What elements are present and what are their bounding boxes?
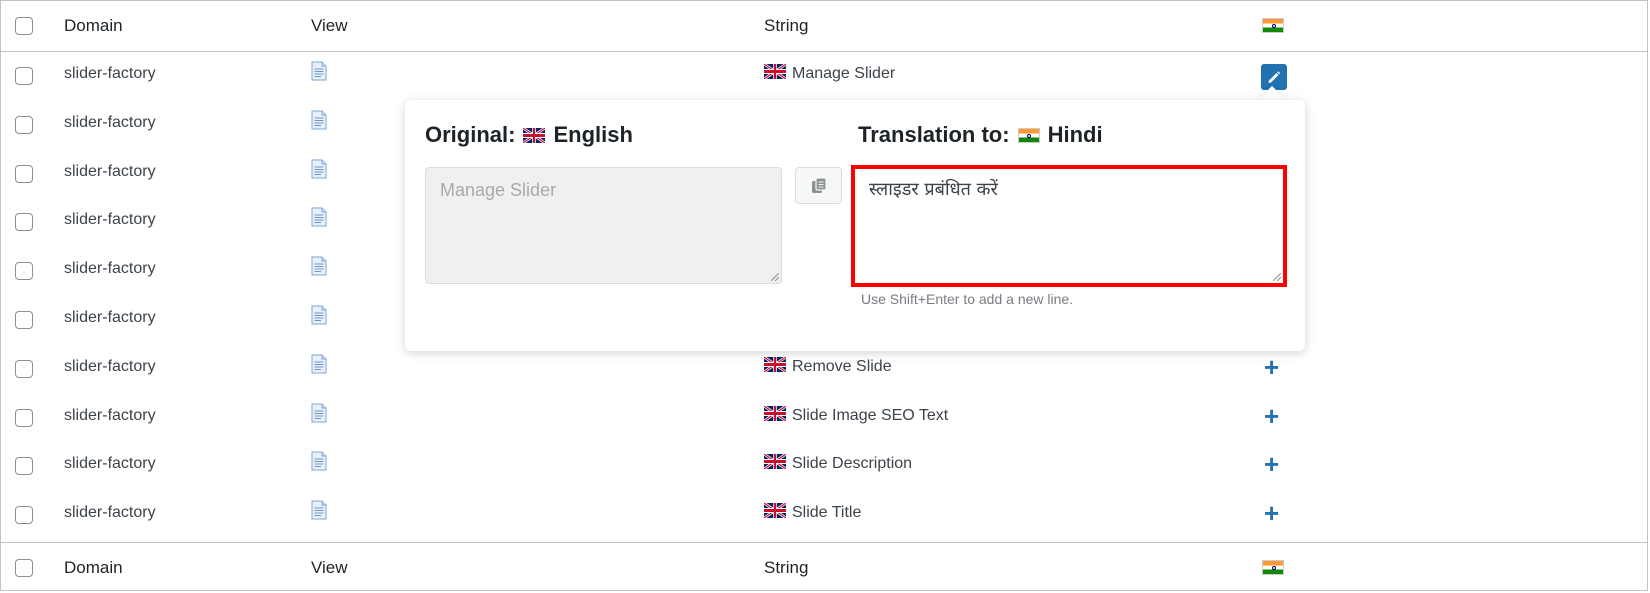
translation-textarea[interactable]: स्लाइडर प्रबंधित करें bbox=[851, 165, 1287, 287]
add-translation-button[interactable]: + bbox=[1264, 500, 1279, 527]
row-domain: slider-factory bbox=[64, 65, 156, 82]
document-icon[interactable] bbox=[311, 110, 327, 135]
plus-icon: + bbox=[1264, 498, 1280, 529]
resize-handle-icon[interactable] bbox=[771, 273, 779, 281]
uk-flag-icon bbox=[764, 454, 786, 474]
translation-label: Translation to: bbox=[858, 122, 1010, 147]
uk-flag-icon bbox=[523, 127, 546, 143]
translation-editor-popup: Original: English Translation to: Hindi … bbox=[405, 100, 1305, 351]
original-text: Manage Slider bbox=[440, 180, 557, 200]
original-text-field: Manage Slider bbox=[425, 167, 782, 284]
document-icon[interactable] bbox=[311, 354, 327, 379]
row-string-text: Remove Slide bbox=[792, 357, 892, 375]
document-icon[interactable] bbox=[311, 159, 327, 184]
row-checkbox[interactable] bbox=[15, 164, 33, 183]
translation-language: Hindi bbox=[1047, 122, 1103, 147]
row-domain: slider-factory bbox=[64, 260, 156, 278]
row-checkbox[interactable] bbox=[15, 506, 33, 525]
edit-translation-button[interactable] bbox=[1261, 64, 1287, 90]
row-string-text: Slide Title bbox=[792, 504, 862, 522]
row-string: Remove Slide bbox=[764, 356, 892, 377]
column-header-domain[interactable]: Domain bbox=[64, 16, 123, 36]
translation-text: स्लाइडर प्रबंधित करें bbox=[869, 179, 998, 200]
row-string: Slide Description bbox=[764, 454, 912, 474]
column-footer-string[interactable]: String bbox=[764, 558, 808, 578]
india-flag-icon bbox=[1262, 560, 1284, 580]
row-checkbox[interactable] bbox=[15, 408, 33, 427]
add-translation-button[interactable]: + bbox=[1264, 451, 1279, 478]
row-domain: slider-factory bbox=[64, 211, 156, 229]
translation-heading: Translation to: Hindi bbox=[858, 122, 1103, 148]
table-row: slider-factory Remove Slide + bbox=[1, 344, 1647, 393]
row-string-text: Slide Image SEO Text bbox=[792, 406, 949, 424]
uk-flag-icon bbox=[764, 64, 786, 84]
document-icon[interactable] bbox=[311, 500, 327, 525]
document-icon[interactable] bbox=[311, 207, 327, 232]
copy-original-button[interactable] bbox=[795, 167, 842, 204]
row-domain: slider-factory bbox=[64, 113, 156, 131]
row-string: Manage Slider bbox=[764, 64, 895, 84]
column-header-string[interactable]: String bbox=[764, 16, 808, 36]
table-row: slider-factory Slide Title + bbox=[1, 490, 1647, 539]
row-string-text: Slide Description bbox=[792, 455, 913, 473]
row-domain: slider-factory bbox=[64, 309, 156, 326]
row-checkbox[interactable] bbox=[15, 311, 33, 329]
table-row: slider-factory Slide Description + bbox=[1, 441, 1647, 490]
row-domain: slider-factory bbox=[64, 162, 156, 180]
uk-flag-icon bbox=[764, 356, 786, 377]
row-domain: slider-factory bbox=[64, 455, 156, 473]
table-row: slider-factory Manage Slider bbox=[1, 51, 1647, 100]
table-footer: Domain View String bbox=[1, 542, 1647, 593]
uk-flag-icon bbox=[764, 405, 786, 426]
select-all-checkbox[interactable] bbox=[15, 17, 33, 35]
document-icon[interactable] bbox=[311, 256, 327, 281]
row-string: Slide Image SEO Text bbox=[764, 405, 949, 426]
column-header-view: View bbox=[311, 16, 348, 35]
row-checkbox[interactable] bbox=[15, 359, 33, 378]
add-translation-button[interactable]: + bbox=[1264, 354, 1279, 381]
original-language: English bbox=[553, 122, 633, 147]
table-header: Domain View String bbox=[1, 1, 1647, 52]
plus-icon: + bbox=[1264, 449, 1280, 480]
uk-flag-icon bbox=[764, 503, 786, 523]
row-domain: slider-factory bbox=[64, 406, 156, 424]
document-icon[interactable] bbox=[311, 451, 327, 476]
plus-icon: + bbox=[1264, 351, 1280, 382]
copy-icon bbox=[811, 177, 827, 193]
document-icon[interactable] bbox=[311, 61, 327, 86]
document-icon[interactable] bbox=[311, 305, 327, 330]
pencil-icon bbox=[1261, 64, 1287, 90]
resize-handle-icon[interactable] bbox=[1273, 273, 1281, 281]
row-string-text: Manage Slider bbox=[792, 65, 896, 82]
row-domain: slider-factory bbox=[64, 357, 156, 375]
row-domain: slider-factory bbox=[64, 504, 156, 522]
newline-hint: Use Shift+Enter to add a new line. bbox=[861, 291, 1074, 307]
row-checkbox[interactable] bbox=[15, 457, 33, 476]
add-translation-button[interactable]: + bbox=[1264, 403, 1279, 430]
select-all-checkbox-footer[interactable] bbox=[15, 559, 33, 577]
row-checkbox[interactable] bbox=[15, 213, 33, 232]
india-flag-icon bbox=[1262, 18, 1284, 38]
table-row: slider-factory Slide Image SEO Text + bbox=[1, 393, 1647, 442]
row-string: Slide Title bbox=[764, 503, 861, 523]
india-flag-icon bbox=[1017, 127, 1040, 143]
column-footer-domain[interactable]: Domain bbox=[64, 558, 123, 578]
original-heading: Original: English bbox=[425, 122, 633, 148]
document-icon[interactable] bbox=[311, 403, 327, 428]
row-checkbox[interactable] bbox=[15, 262, 33, 281]
plus-icon: + bbox=[1264, 400, 1280, 431]
column-footer-view: View bbox=[311, 558, 348, 577]
original-label: Original: bbox=[425, 122, 516, 147]
row-checkbox[interactable] bbox=[15, 67, 33, 85]
row-checkbox[interactable] bbox=[15, 115, 33, 134]
